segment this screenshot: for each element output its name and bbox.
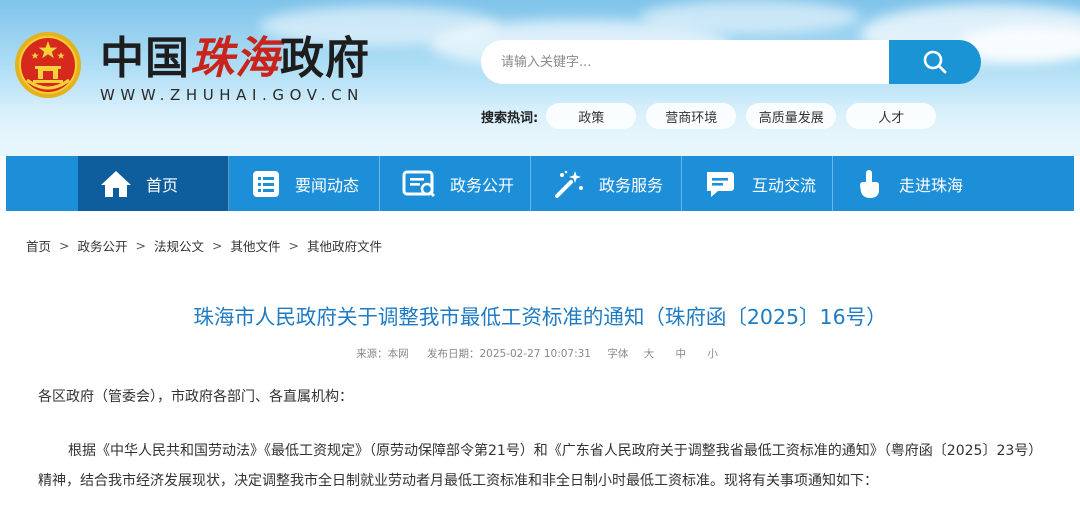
site-header: 中国珠海政府 WWW.ZHUHAI.GOV.CN 搜索热词: 政策 营商环境 高… [0, 0, 1080, 156]
article-meta: 来源：本网 发布日期：2025-02-27 10:07:31 字体 大 中 小 [0, 346, 1080, 361]
site-title-suffix: 政府 [280, 33, 370, 84]
hot-tag-talent[interactable]: 人才 [846, 103, 937, 129]
site-title-city: 珠海 [190, 33, 280, 84]
article-source: 来源：本网 [356, 348, 409, 360]
nav-item-interaction[interactable]: 互动交流 [682, 156, 833, 211]
site-title[interactable]: 中国珠海政府 [100, 34, 370, 84]
nav-item-label: 走进珠海 [899, 175, 964, 195]
article-publish-date: 发布日期：2025-02-27 10:07:31 [426, 348, 591, 360]
nav-item-label: 互动交流 [752, 175, 817, 195]
chat-bubble-icon [707, 171, 734, 197]
breadcrumb-separator: > [212, 238, 223, 253]
hot-search-label: 搜索热词: [481, 110, 539, 126]
nav-item-gov-affairs-public[interactable]: 政务公开 [380, 156, 531, 211]
national-emblem-icon [15, 32, 81, 98]
home-icon [101, 170, 131, 197]
font-size-label: 字体 [607, 348, 629, 360]
breadcrumb-other-gov-documents[interactable]: 其他政府文件 [307, 236, 382, 255]
search-button[interactable] [889, 40, 981, 84]
nav-item-news[interactable]: 要闻动态 [229, 156, 380, 211]
nav-item-label: 要闻动态 [295, 175, 360, 195]
nav-item-label: 政务服务 [599, 175, 664, 195]
font-size-medium[interactable]: 中 [676, 348, 687, 360]
article-body-paragraph: 根据《中华人民共和国劳动法》《最低工资规定》（原劳动保障部令第21号）和《广东省… [38, 443, 1043, 489]
nav-item-gov-services[interactable]: 政务服务 [531, 156, 682, 211]
hot-tag-business-environment[interactable]: 营商环境 [646, 103, 737, 129]
site-title-prefix: 中国 [100, 33, 190, 84]
breadcrumb-separator: > [59, 238, 70, 253]
hot-search-bar: 搜索热词: 政策 营商环境 高质量发展 人才 [481, 103, 946, 129]
article-title: 珠海市人民政府关于调整我市最低工资标准的通知（珠府函〔2025〕16号） [193, 305, 887, 329]
nav-item-home[interactable]: 首页 [78, 156, 229, 211]
magic-wand-icon [555, 170, 583, 198]
breadcrumb-home[interactable]: 首页 [26, 236, 51, 255]
breadcrumb-separator: > [135, 238, 146, 253]
breadcrumb: 首页 > 政务公开 > 法规公文 > 其他文件 > 其他政府文件 [26, 236, 382, 255]
breadcrumb-regulations[interactable]: 法规公文 [154, 236, 204, 255]
nav-item-about-zhuhai[interactable]: 走进珠海 [833, 156, 984, 211]
nav-item-label: 首页 [146, 175, 179, 195]
nav-item-label: 政务公开 [450, 175, 515, 195]
hand-pointer-icon [860, 169, 879, 198]
hot-tag-policy[interactable]: 政策 [546, 103, 637, 129]
font-size-large[interactable]: 大 [644, 348, 655, 360]
document-icon [402, 170, 436, 197]
cloud-decoration [640, 0, 860, 34]
breadcrumb-other-documents[interactable]: 其他文件 [231, 236, 281, 255]
news-list-icon [253, 170, 279, 197]
article-salutation: 各区政府（管委会），市政府各部门、各直属机构： [38, 389, 353, 405]
site-url: WWW.ZHUHAI.GOV.CN [100, 86, 364, 104]
font-size-small[interactable]: 小 [707, 348, 718, 360]
search-input[interactable] [481, 40, 901, 84]
breadcrumb-gov-affairs-public[interactable]: 政务公开 [78, 236, 128, 255]
breadcrumb-separator: > [288, 238, 299, 253]
search-box [481, 40, 981, 84]
main-nav: 首页 要闻动态 政务公开 政务服务 互动交流 走进珠海 [6, 156, 1074, 211]
hot-tag-quality-development[interactable]: 高质量发展 [746, 103, 837, 129]
search-icon [923, 50, 947, 74]
